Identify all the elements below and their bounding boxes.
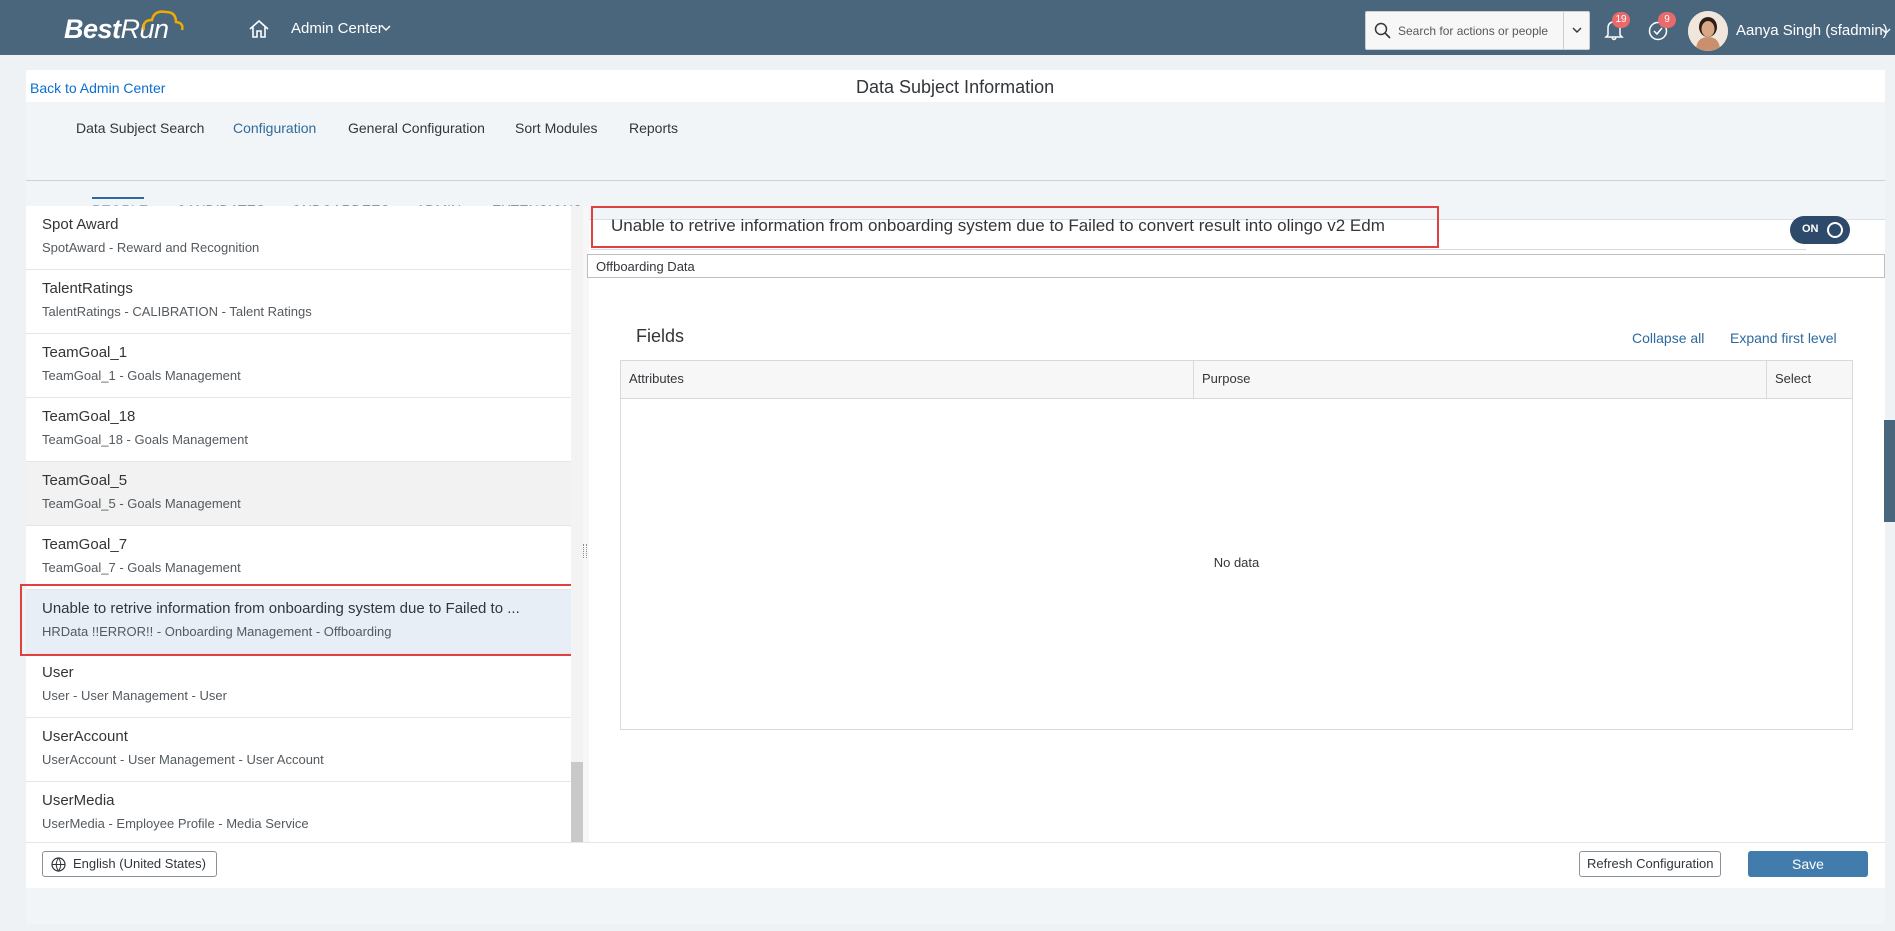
list-item-title: TeamGoal_18	[42, 408, 136, 425]
main-panel: Back to Admin Center Data Subject Inform…	[20, 70, 1885, 924]
pane-splitter[interactable]	[583, 206, 589, 842]
language-label: English (United States)	[73, 856, 206, 871]
list-item-title: TeamGoal_5	[42, 472, 128, 489]
fields-heading: Fields	[636, 326, 685, 346]
fields-table: Attributes Purpose Select No data	[620, 360, 1853, 730]
list-item[interactable]: User User - User Management - User	[26, 654, 571, 718]
list-item-subtitle: TeamGoal_18 - Goals Management	[42, 432, 248, 447]
list-item[interactable]: TeamGoal_7 TeamGoal_7 - Goals Management	[26, 526, 571, 590]
globe-icon	[51, 857, 66, 872]
cloud-logo-icon	[142, 10, 184, 31]
save-button[interactable]: Save	[1748, 851, 1868, 877]
search-icon[interactable]	[1374, 22, 1392, 40]
list-item-subtitle: UserAccount - User Management - User Acc…	[42, 752, 324, 767]
list-item[interactable]: UserAccount UserAccount - User Managemen…	[26, 718, 571, 782]
list-item-subtitle: TeamGoal_1 - Goals Management	[42, 368, 241, 383]
shell-bar: BestRun Admin Center 19 9	[0, 0, 1895, 55]
tab-bar: Data Subject Search Configuration Genera…	[26, 102, 1885, 220]
page-scrollbar-thumb[interactable]	[1884, 420, 1895, 522]
language-button[interactable]: English (United States)	[42, 851, 217, 877]
column-header-select[interactable]: Select	[1767, 361, 1819, 399]
list-item-title: Spot Award	[42, 216, 119, 233]
tab-data-subject-search[interactable]: Data Subject Search	[76, 120, 204, 136]
avatar[interactable]	[1688, 11, 1728, 51]
list-item[interactable]: UserMedia UserMedia - Employee Profile -…	[26, 782, 571, 842]
toggle-knob	[1827, 222, 1843, 238]
list-item[interactable]: TeamGoal_1 TeamGoal_1 - Goals Management	[26, 334, 571, 398]
back-to-admin-link[interactable]: Back to Admin Center	[30, 80, 165, 96]
active-subtab-indicator	[92, 197, 144, 199]
expand-first-level-link[interactable]: Expand first level	[1730, 330, 1837, 346]
footer-toolbar: English (United States) Refresh Configur…	[26, 842, 1885, 888]
list-item-subtitle: User - User Management - User	[42, 688, 227, 703]
refresh-configuration-button[interactable]: Refresh Configuration	[1579, 851, 1722, 877]
tab-sort-modules[interactable]: Sort Modules	[515, 120, 597, 136]
list-item-subtitle: TeamGoal_7 - Goals Management	[42, 560, 241, 575]
list-item[interactable]: TalentRatings TalentRatings - CALIBRATIO…	[26, 270, 571, 334]
chevron-down-icon	[1572, 27, 1582, 33]
list-item-title: TeamGoal_7	[42, 536, 128, 553]
detail-title-highlight-box	[591, 206, 1439, 248]
table-header: Attributes Purpose Select	[621, 361, 1852, 399]
list-item-subtitle: UserMedia - Employee Profile - Media Ser…	[42, 816, 309, 831]
list-item-title: User	[42, 664, 74, 681]
bottom-strip	[26, 888, 1885, 924]
selected-item-highlight-box	[20, 584, 576, 656]
todo-badge: 9	[1658, 12, 1676, 28]
toggle-label: ON	[1802, 223, 1819, 235]
splitter-grip-icon[interactable]	[583, 544, 587, 558]
search-dropdown-button[interactable]	[1563, 12, 1589, 49]
empty-table-message: No data	[1213, 555, 1260, 570]
list-scrollbar-track[interactable]	[571, 206, 583, 842]
search-input[interactable]	[1396, 12, 1556, 49]
list-item-subtitle: TalentRatings - CALIBRATION - Talent Rat…	[42, 304, 312, 319]
chevron-down-icon[interactable]	[381, 23, 391, 33]
collapse-all-link[interactable]: Collapse all	[1632, 330, 1704, 346]
tab-reports[interactable]: Reports	[629, 120, 678, 136]
chevron-down-icon[interactable]	[1881, 27, 1891, 35]
notifications-badge: 19	[1612, 12, 1630, 28]
list-item-subtitle: SpotAward - Reward and Recognition	[42, 240, 260, 255]
list-scrollbar-thumb[interactable]	[571, 762, 583, 842]
list-item-title: UserMedia	[42, 792, 115, 809]
user-portrait-icon	[1688, 11, 1728, 51]
list-item[interactable]: TeamGoal_18 TeamGoal_18 - Goals Manageme…	[26, 398, 571, 462]
search-box	[1365, 11, 1590, 50]
list-item[interactable]: Spot Award SpotAward - Reward and Recogn…	[26, 206, 571, 270]
column-header-purpose[interactable]: Purpose	[1194, 361, 1258, 399]
list-item-subtitle: TeamGoal_5 - Goals Management	[42, 496, 241, 511]
tab-general-configuration[interactable]: General Configuration	[348, 120, 485, 136]
tab-configuration[interactable]: Configuration	[233, 120, 316, 136]
user-menu-name[interactable]: Aanya Singh (sfadmin)	[1736, 22, 1888, 39]
column-header-attributes[interactable]: Attributes	[621, 361, 692, 399]
page-title: Data Subject Information	[856, 77, 1055, 97]
enable-toggle[interactable]: ON	[1790, 216, 1850, 244]
tabs-divider	[26, 180, 1885, 181]
logo-text-best: Best	[64, 14, 121, 44]
data-subject-field[interactable]: Offboarding Data	[587, 254, 1885, 278]
data-subject-list: Spot Award SpotAward - Reward and Recogn…	[26, 206, 571, 842]
home-icon[interactable]	[248, 19, 270, 39]
list-item-title: TalentRatings	[42, 280, 133, 297]
list-item-title: TeamGoal_1	[42, 344, 128, 361]
admin-center-menu[interactable]: Admin Center	[291, 20, 383, 37]
list-item[interactable]: TeamGoal_5 TeamGoal_5 - Goals Management	[26, 462, 571, 526]
list-item-title: UserAccount	[42, 728, 128, 745]
